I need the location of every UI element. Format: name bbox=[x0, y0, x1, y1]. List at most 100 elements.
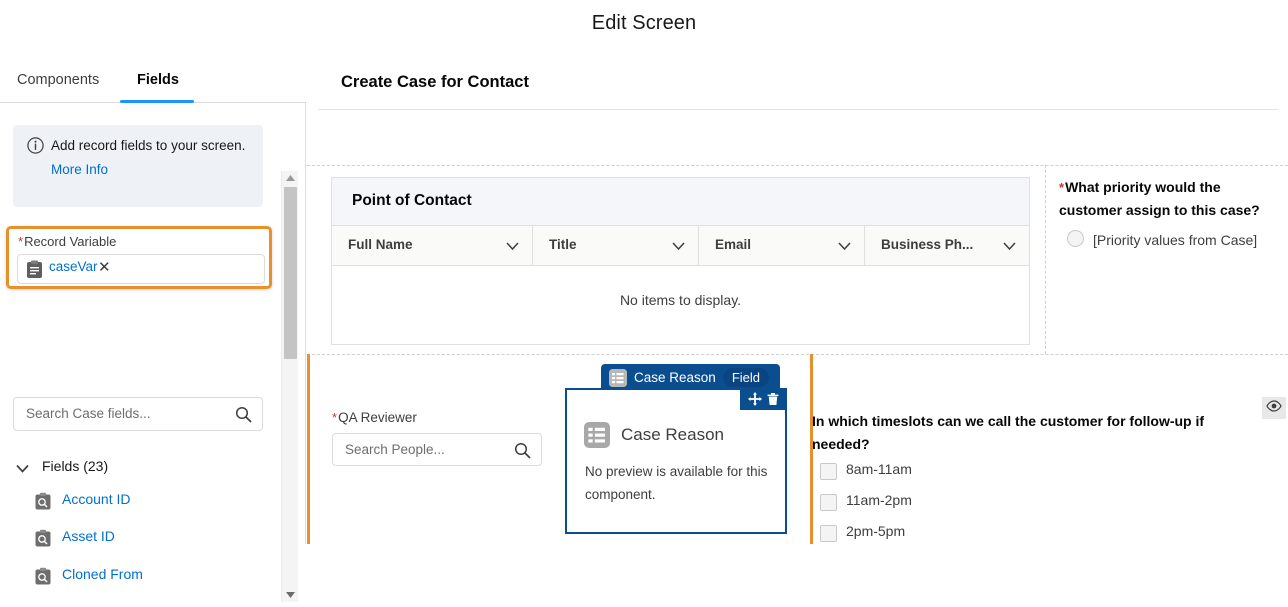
more-info-link[interactable]: More Info bbox=[51, 162, 108, 177]
trash-icon[interactable] bbox=[766, 392, 780, 406]
column-header-label: Business Ph... bbox=[881, 237, 973, 252]
close-icon[interactable]: ✕ bbox=[98, 258, 111, 278]
related-list-empty-state: No items to display. bbox=[332, 266, 1029, 344]
drag-card-title: Case Reason bbox=[584, 422, 724, 448]
scroll-down-arrow-icon[interactable] bbox=[282, 587, 299, 602]
screen-title-bar: Create Case for Contact bbox=[318, 58, 1278, 110]
fields-section-header[interactable]: Fields (23) bbox=[14, 456, 269, 482]
canvas-row-divider bbox=[307, 165, 1288, 166]
qa-reviewer-label: *QA Reviewer bbox=[332, 410, 547, 425]
preview-toggle-button[interactable] bbox=[1262, 397, 1286, 419]
info-callout: Add record fields to your screen. More I… bbox=[13, 125, 263, 207]
picklist-icon bbox=[584, 422, 610, 448]
record-variable-label-text: Record Variable bbox=[24, 234, 116, 249]
drag-badge-type: Field bbox=[723, 368, 769, 387]
chevron-down-icon[interactable] bbox=[837, 239, 852, 252]
priority-question-text: What priority would the customer assign … bbox=[1059, 179, 1260, 218]
column-header-full-name[interactable]: Full Name bbox=[332, 226, 532, 265]
field-list-item-cloned-from[interactable]: Cloned From bbox=[34, 563, 264, 593]
picklist-icon bbox=[609, 369, 627, 387]
record-variable-icon bbox=[26, 260, 43, 279]
qa-reviewer-label-text: QA Reviewer bbox=[338, 410, 417, 425]
priority-question: *What priority would the customer assign… bbox=[1059, 176, 1274, 276]
timeslot-option-label: 2pm-5pm bbox=[846, 523, 905, 539]
screen-canvas: Create Case for Contact Point of Contact… bbox=[307, 58, 1288, 544]
field-list-item-asset-id[interactable]: Asset ID bbox=[34, 525, 264, 555]
checkbox[interactable] bbox=[820, 494, 837, 511]
related-list-title: Point of Contact bbox=[352, 192, 472, 210]
required-marker: * bbox=[18, 234, 23, 249]
search-case-fields[interactable]: Search Case fields... bbox=[13, 397, 263, 431]
column-header-label: Title bbox=[549, 237, 577, 252]
drop-region-highlight-left bbox=[307, 354, 310, 544]
chevron-down-icon bbox=[14, 460, 31, 477]
tab-fields[interactable]: Fields bbox=[131, 58, 185, 102]
qa-reviewer-placeholder[interactable]: Search People... bbox=[345, 442, 445, 457]
checkbox[interactable] bbox=[820, 525, 837, 542]
search-icon bbox=[514, 442, 531, 459]
timeslot-option-label: 11am-2pm bbox=[846, 492, 912, 508]
lookup-field-icon bbox=[34, 567, 52, 586]
drag-preview-card[interactable]: Case Reason No preview is available for … bbox=[565, 388, 787, 534]
column-header-title[interactable]: Title bbox=[532, 226, 698, 265]
edit-screen-app: Edit Screen Components Fields Add record… bbox=[0, 0, 1288, 544]
checkbox[interactable] bbox=[820, 463, 837, 480]
drag-badge-name: Case Reason bbox=[634, 370, 716, 385]
eye-icon bbox=[1266, 399, 1282, 417]
chevron-down-icon[interactable] bbox=[1002, 239, 1017, 252]
timeslot-option-2pm-5pm[interactable]: 2pm-5pm bbox=[812, 521, 1252, 544]
record-variable-label: *Record Variable bbox=[18, 234, 116, 249]
record-variable-field: *Record Variable caseVar ✕ bbox=[6, 226, 272, 289]
tab-components[interactable]: Components bbox=[11, 58, 105, 102]
related-list-header: Point of Contact bbox=[332, 178, 1029, 226]
related-list-column-headers: Full Name Title Email bbox=[332, 226, 1029, 266]
related-list-point-of-contact: Point of Contact Full Name Title Email bbox=[331, 177, 1030, 345]
scroll-up-arrow-icon[interactable] bbox=[282, 171, 299, 186]
required-marker: * bbox=[1059, 180, 1064, 195]
drag-card-body: No preview is available for this compone… bbox=[585, 460, 771, 506]
qa-reviewer-input[interactable]: Search People... bbox=[332, 433, 542, 466]
related-list-empty-text: No items to display. bbox=[332, 292, 1029, 308]
chevron-down-icon[interactable] bbox=[671, 239, 686, 252]
fields-section-label: Fields (23) bbox=[42, 458, 108, 474]
field-list-item-label: Account ID bbox=[62, 491, 130, 507]
drag-card-title-text: Case Reason bbox=[621, 425, 724, 445]
timeslot-option-label: 8am-11am bbox=[846, 461, 912, 477]
page-title: Edit Screen bbox=[0, 12, 1288, 35]
search-icon bbox=[235, 406, 252, 423]
screen-title: Create Case for Contact bbox=[341, 73, 529, 92]
priority-radio-label: [Priority values from Case] bbox=[1093, 226, 1278, 254]
move-handle-icon[interactable] bbox=[748, 392, 762, 406]
lookup-field-icon bbox=[34, 529, 52, 548]
column-header-label: Full Name bbox=[348, 237, 413, 252]
timeslot-option-11am-2pm[interactable]: 11am-2pm bbox=[812, 490, 1252, 518]
search-input[interactable]: Search Case fields... bbox=[26, 406, 151, 421]
chevron-down-icon[interactable] bbox=[505, 239, 520, 252]
priority-question-label: *What priority would the customer assign… bbox=[1059, 176, 1274, 222]
dragged-component[interactable]: Case Reason Field bbox=[553, 355, 810, 544]
required-marker: * bbox=[332, 410, 337, 425]
canvas-column-divider bbox=[1045, 165, 1046, 354]
drag-badge: Case Reason Field bbox=[601, 364, 780, 391]
record-variable-input[interactable]: caseVar ✕ bbox=[17, 254, 265, 284]
tab-active-indicator bbox=[120, 100, 194, 103]
info-callout-message: Add record fields to your screen. bbox=[51, 138, 245, 153]
field-list-item-label: Asset ID bbox=[62, 528, 115, 544]
column-header-email[interactable]: Email bbox=[698, 226, 864, 265]
timeslot-option-8am-11am[interactable]: 8am-11am bbox=[812, 459, 1252, 487]
panel-tabs: Components Fields bbox=[0, 58, 306, 103]
field-list-item-account-id[interactable]: Account ID bbox=[34, 488, 264, 518]
info-callout-text: Add record fields to your screen. More I… bbox=[51, 134, 256, 182]
column-header-business-phone[interactable]: Business Ph... bbox=[864, 226, 1029, 265]
priority-radio-option[interactable]: [Priority values from Case] bbox=[1059, 228, 1274, 276]
timeslot-question-label: In which timeslots can we call the custo… bbox=[812, 410, 1252, 456]
column-header-label: Email bbox=[715, 237, 751, 252]
radio-button[interactable] bbox=[1067, 230, 1084, 247]
left-panel: Components Fields Add record fields to y… bbox=[0, 58, 306, 544]
info-circle-icon bbox=[27, 137, 44, 154]
record-variable-value: caseVar bbox=[49, 259, 98, 274]
lookup-field-icon bbox=[34, 492, 52, 511]
scrollbar-thumb[interactable] bbox=[284, 187, 297, 359]
left-panel-scrollbar[interactable] bbox=[281, 171, 298, 602]
component-toolbar[interactable] bbox=[740, 388, 787, 410]
